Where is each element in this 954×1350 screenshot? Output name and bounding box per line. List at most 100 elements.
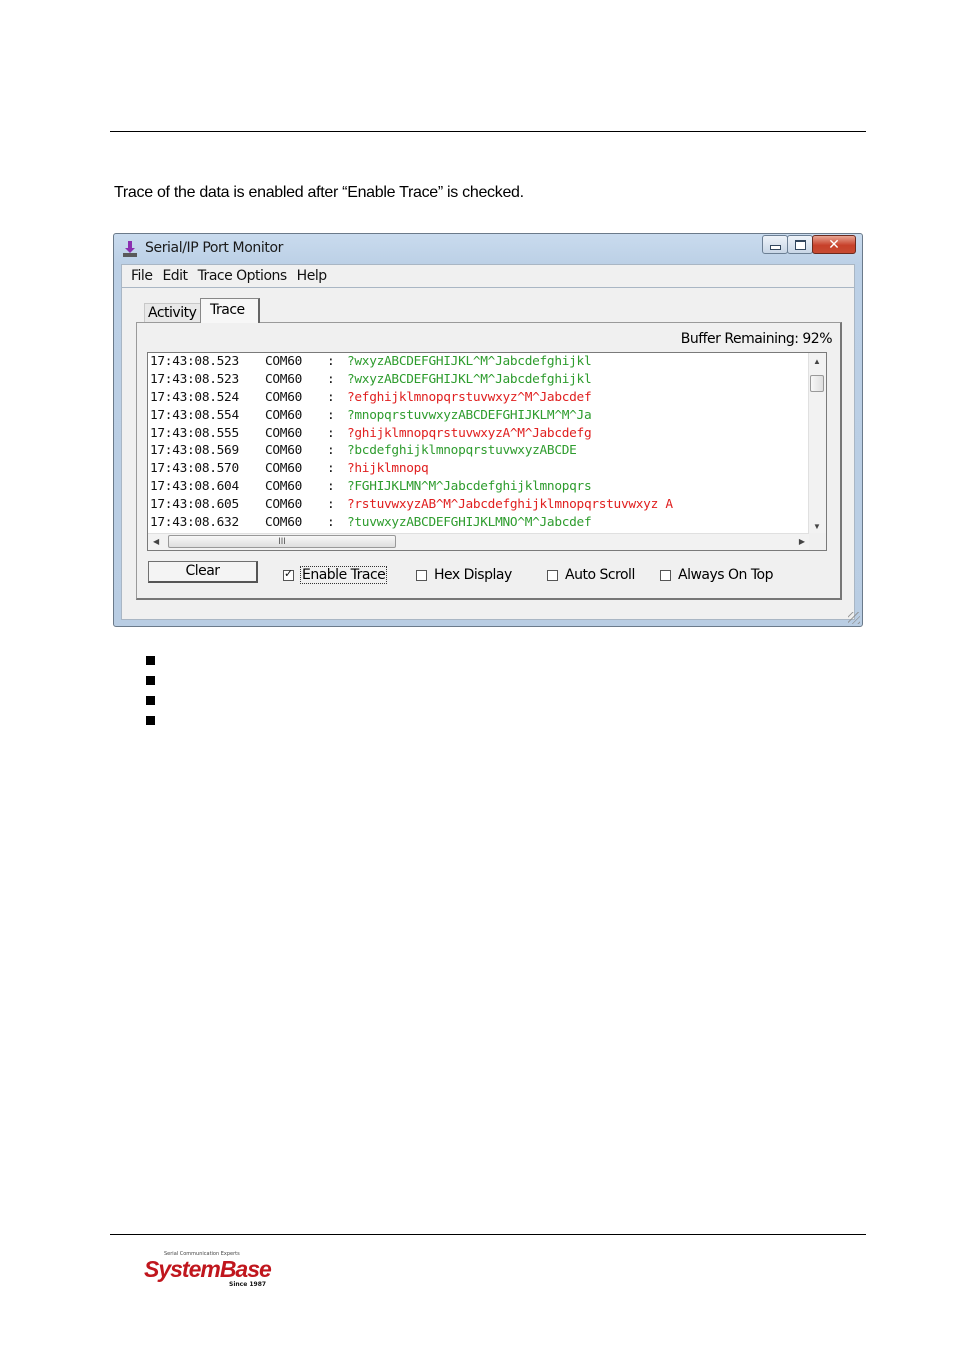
trace-line-port: COM60 <box>265 371 303 387</box>
window-title: Serial/IP Port Monitor <box>145 240 283 256</box>
auto-scroll-checkbox[interactable]: Auto Scroll <box>547 567 635 583</box>
trace-line: 17:43:08.632 COM60: ?tuvwxyzABCDEFGHIJKLMN… <box>150 514 807 532</box>
trace-line-data: ?efghijklmnopqrstuvwxyz^M^Jabcdef <box>347 389 592 405</box>
menu-file[interactable]: File <box>131 268 153 284</box>
tab-trace[interactable]: Trace <box>200 298 260 323</box>
logo-name: SystemBase <box>144 1256 272 1282</box>
trace-line-time: 17:43:08.523 <box>150 371 239 387</box>
trace-line: 17:43:08.523 COM60: ?wxyzABCDEFGHIJKL^M^Ja… <box>150 353 807 371</box>
trace-line-port: COM60 <box>265 515 303 531</box>
trace-line-data: ?wxyzABCDEFGHIJKL^M^Jabcdefghijkl <box>347 354 592 369</box>
bullet-marker <box>146 676 155 685</box>
trace-line-port: COM60 <box>265 354 303 369</box>
menu-help[interactable]: Help <box>297 268 327 284</box>
trace-line-port: COM60 <box>265 479 303 495</box>
trace-line-time: 17:43:08.554 <box>150 407 239 423</box>
trace-line-time: 17:43:08.569 <box>150 443 239 459</box>
trace-line-data: ?rstuvwxyzAB^M^Jabcdefghijklmnopqrstuvwx… <box>347 497 673 513</box>
trace-line-separator: : <box>327 515 335 531</box>
trace-line-separator: : <box>327 371 335 387</box>
systembase-logo: Serial Communication Experts SystemBase … <box>144 1250 274 1290</box>
enable-trace-checkbox[interactable]: Enable Trace <box>283 566 388 584</box>
hex-display-box[interactable] <box>416 569 427 581</box>
vertical-scroll-thumb[interactable] <box>810 375 824 392</box>
trace-line-time: 17:43:08.632 <box>150 515 239 531</box>
trace-line-separator: : <box>327 407 335 423</box>
scroll-right-icon[interactable]: ▶ <box>799 537 805 546</box>
trace-panel: Buffer Remaining: 92% 17:43:08.523 COM60:… <box>136 322 842 600</box>
footer-rule <box>110 1234 866 1235</box>
title-bar[interactable]: Serial/IP Port Monitor ✕ <box>114 234 862 264</box>
bullet-marker <box>146 656 155 665</box>
always-on-top-checkbox[interactable]: Always On Top <box>660 567 774 583</box>
always-on-top-box[interactable] <box>660 569 671 581</box>
trace-line-separator: : <box>327 389 335 405</box>
horizontal-scrollbar[interactable]: ◀ III ▶ <box>148 533 810 550</box>
menu-edit[interactable]: Edit <box>162 268 188 284</box>
menu-bar: File Edit Trace Options Help <box>121 264 855 288</box>
bullet-marker <box>146 696 155 705</box>
clear-button[interactable]: Clear <box>148 561 258 583</box>
trace-line: 17:43:08.524 COM60: ?efghijklmnopqrstuvwxy… <box>150 389 807 407</box>
app-icon <box>123 241 137 257</box>
vertical-scrollbar[interactable]: ▲ ▼ <box>808 353 826 535</box>
header-rule <box>110 131 866 132</box>
buffer-remaining: Buffer Remaining: 92% <box>680 331 833 347</box>
trace-line: 17:43:08.523 COM60: ?wxyzABCDEFGHIJKL^M^Ja… <box>150 371 807 389</box>
trace-line-time: 17:43:08.523 <box>150 354 239 369</box>
tab-activity[interactable]: Activity <box>144 303 202 322</box>
trace-line: 17:43:08.570 COM60: ?hijklmnopq <box>150 460 807 478</box>
auto-scroll-label: Auto Scroll <box>565 567 635 583</box>
bullet-list <box>146 656 155 736</box>
trace-line-time: 17:43:08.570 <box>150 461 239 477</box>
close-icon: ✕ <box>828 236 840 253</box>
trace-line-separator: : <box>327 443 335 459</box>
scroll-left-icon[interactable]: ◀ <box>153 537 159 546</box>
trace-line-data: ?bcdefghijklmnopqrstuvwxyzABCDE <box>347 443 577 459</box>
auto-scroll-box[interactable] <box>547 569 558 581</box>
trace-line-time: 17:43:08.604 <box>150 479 239 495</box>
minimize-icon <box>769 245 781 250</box>
scrollbar-corner <box>809 533 826 550</box>
scroll-up-icon[interactable]: ▲ <box>813 357 821 366</box>
trace-line-separator: : <box>327 479 335 495</box>
trace-line-separator: : <box>327 354 335 369</box>
trace-line: 17:43:08.605 COM60: ?rstuvwxyzAB^M^Jabcdef… <box>150 496 807 514</box>
trace-line-data: ?ghijklmnopqrstuvwxyzA^M^Jabcdefg <box>347 425 592 441</box>
trace-line-data: ?wxyzABCDEFGHIJKL^M^Jabcdefghijkl <box>347 371 592 387</box>
trace-line-port: COM60 <box>265 443 303 459</box>
hex-display-checkbox[interactable]: Hex Display <box>416 567 512 583</box>
intro-text: Trace of the data is enabled after “Enab… <box>114 184 524 201</box>
trace-line-separator: : <box>327 425 335 441</box>
trace-line-time: 17:43:08.605 <box>150 497 239 513</box>
trace-line: 17:43:08.604 COM60: ?FGHIJKLMN^M^Jabcdefgh… <box>150 478 807 496</box>
trace-line-port: COM60 <box>265 497 303 513</box>
client-area: Activity Trace Buffer Remaining: 92% 17:… <box>121 288 855 620</box>
trace-line-port: COM60 <box>265 461 303 477</box>
trace-line: 17:43:08.554 COM60: ?mnopqrstuvwxyzABCDEFG… <box>150 407 807 425</box>
minimize-button[interactable] <box>762 235 788 254</box>
scroll-down-icon[interactable]: ▼ <box>813 522 821 531</box>
hex-display-label: Hex Display <box>434 567 512 583</box>
resize-grip[interactable] <box>848 612 860 624</box>
trace-log[interactable]: 17:43:08.523 COM60: ?wxyzABCDEFGHIJKL^M^Ja… <box>147 352 827 551</box>
maximize-icon <box>794 239 806 250</box>
enable-trace-box[interactable] <box>283 567 294 581</box>
enable-trace-label: Enable Trace <box>299 566 388 584</box>
trace-line-data: ?mnopqrstuvwxyzABCDEFGHIJKLM^M^Ja <box>347 407 592 423</box>
horizontal-scroll-thumb[interactable]: III <box>168 535 396 548</box>
menu-trace-options[interactable]: Trace Options <box>198 268 288 284</box>
trace-line-data: ?FGHIJKLMN^M^Jabcdefghijklmnopqrs <box>347 479 592 495</box>
trace-line-time: 17:43:08.524 <box>150 389 239 405</box>
trace-lines: 17:43:08.523 COM60: ?wxyzABCDEFGHIJKL^M^Ja… <box>150 353 807 550</box>
close-button[interactable]: ✕ <box>812 235 856 254</box>
trace-line-port: COM60 <box>265 389 303 405</box>
bullet-marker <box>146 716 155 725</box>
trace-line-separator: : <box>327 497 335 513</box>
trace-line-data: ?hijklmnopq <box>347 461 429 477</box>
always-on-top-label: Always On Top <box>678 567 774 583</box>
trace-line-time: 17:43:08.555 <box>150 425 239 441</box>
trace-line-separator: : <box>327 461 335 477</box>
maximize-button[interactable] <box>787 235 813 254</box>
trace-line-port: COM60 <box>265 407 303 423</box>
